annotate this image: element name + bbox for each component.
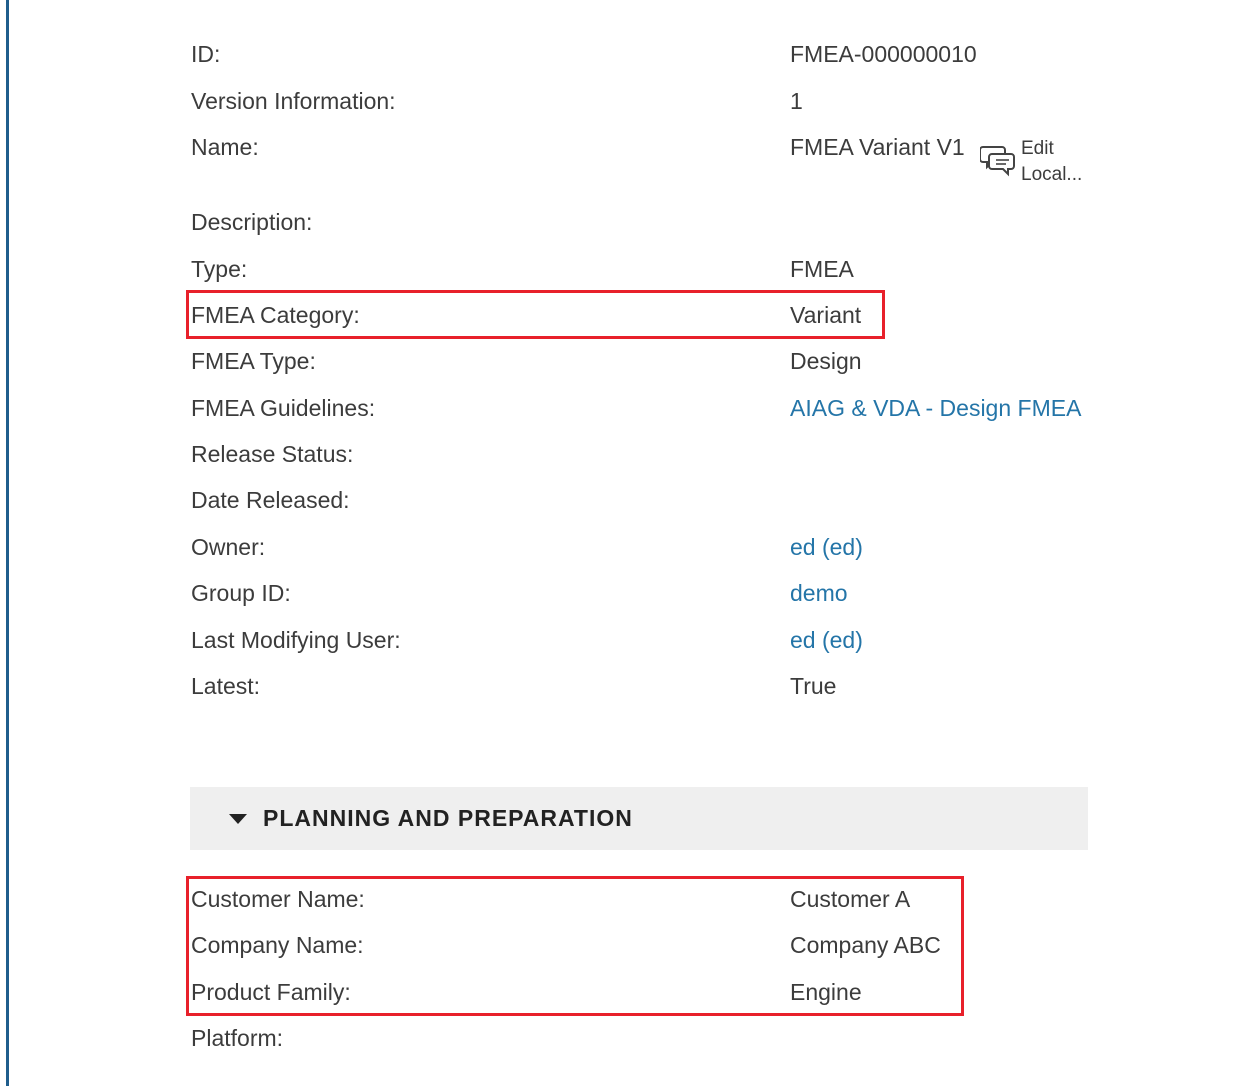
left-border-rule	[6, 0, 9, 1086]
caret-down-icon	[229, 814, 247, 824]
property-label: Name:	[191, 134, 259, 160]
field-value: Engine	[790, 979, 862, 1005]
property-label: FMEA Guidelines:	[191, 395, 376, 421]
property-row-name: Name: FMEA Variant V1	[191, 132, 1091, 162]
property-value: 1	[790, 88, 803, 114]
property-row-last-modifying-user: Last Modifying User: ed (ed)	[191, 625, 1091, 655]
property-row-release-status: Release Status:	[191, 439, 1091, 469]
property-label: Latest:	[191, 673, 261, 699]
field-label: Customer Name:	[191, 886, 365, 912]
property-value: True	[790, 673, 837, 699]
planning-row-customer-name: Customer Name: Customer A	[191, 884, 1091, 914]
owner-link[interactable]: ed (ed)	[790, 532, 863, 562]
planning-row-platform: Platform:	[191, 1023, 1091, 1053]
property-row-latest: Latest: True	[191, 671, 1091, 701]
property-value: Design	[790, 348, 862, 374]
planning-row-company-name: Company Name: Company ABC	[191, 930, 1091, 960]
property-label: Type:	[191, 256, 248, 282]
property-row-fmea-category: FMEA Category: Variant	[191, 300, 1091, 330]
edit-label-line2: Local...	[1021, 164, 1083, 185]
property-row-fmea-guidelines: FMEA Guidelines: AIAG & VDA - Design FME…	[191, 393, 1091, 423]
property-row-fmea-type: FMEA Type: Design	[191, 346, 1091, 376]
field-label: Platform:	[191, 1025, 284, 1051]
speech-bubbles-icon	[979, 142, 1016, 178]
last-modifying-user-link[interactable]: ed (ed)	[790, 625, 863, 655]
edit-label-line1: Edit	[1021, 138, 1054, 159]
property-row-description: Description:	[191, 207, 1091, 237]
property-row-date-released: Date Released:	[191, 485, 1091, 515]
property-label: Date Released:	[191, 487, 350, 513]
property-label: Release Status:	[191, 441, 354, 467]
edit-localization-button[interactable]: Edit Local...	[979, 136, 1090, 188]
planning-row-product-family: Product Family: Engine	[191, 977, 1091, 1007]
property-row-id: ID: FMEA-000000010	[191, 39, 1091, 69]
property-label: FMEA Type:	[191, 348, 316, 374]
property-label: ID:	[191, 41, 221, 67]
property-row-owner: Owner: ed (ed)	[191, 532, 1091, 562]
property-row-group-id: Group ID: demo	[191, 578, 1091, 608]
fmea-guidelines-link[interactable]: AIAG & VDA - Design FMEA	[790, 393, 1081, 423]
property-label: FMEA Category:	[191, 302, 360, 328]
property-label: Version Information:	[191, 88, 396, 114]
group-id-link[interactable]: demo	[790, 578, 848, 608]
property-value: FMEA	[790, 256, 854, 282]
section-title: PLANNING AND PREPARATION	[263, 805, 633, 831]
property-label: Group ID:	[191, 580, 291, 606]
property-label: Owner:	[191, 534, 266, 560]
property-value: FMEA-000000010	[790, 41, 977, 67]
field-value: Customer A	[790, 886, 911, 912]
property-label: Last Modifying User:	[191, 627, 401, 653]
field-label: Product Family:	[191, 979, 351, 1005]
planning-section-header[interactable]: PLANNING AND PREPARATION	[190, 787, 1088, 850]
property-row-version: Version Information: 1	[191, 86, 1091, 116]
property-label: Description:	[191, 209, 313, 235]
field-label: Company Name:	[191, 932, 364, 958]
property-row-type: Type: FMEA	[191, 254, 1091, 284]
property-value: Variant	[790, 302, 862, 328]
field-value: Company ABC	[790, 932, 941, 958]
property-value: FMEA Variant V1	[790, 134, 965, 160]
edit-localization-label: Edit Local...	[1021, 136, 1082, 188]
